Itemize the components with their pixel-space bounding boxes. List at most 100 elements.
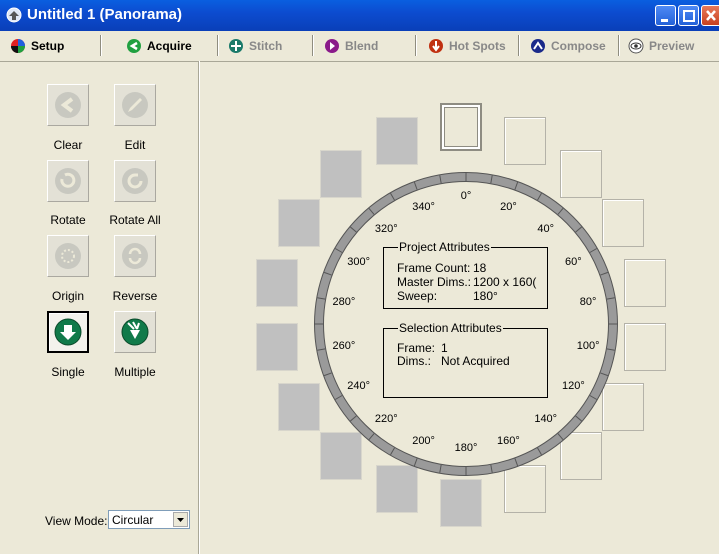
stitch-icon [229,38,243,53]
dial-tick [589,248,598,253]
frame-value: 1 [441,341,448,355]
reverse-button[interactable] [114,235,156,277]
tab-blend[interactable]: Blend [324,31,378,60]
dial-tick [439,175,442,184]
view-mode-select[interactable]: Circular [108,510,190,529]
degree-label: 280° [332,296,356,309]
dial-tick [600,271,609,276]
minimize-icon [661,19,668,22]
single-label: Single [51,365,85,379]
clear-label: Clear [53,138,83,152]
frame-count-value: 18 [473,261,487,275]
dial-tick [413,458,418,467]
tab-hot-spots[interactable]: Hot Spots [428,31,506,60]
dial-tick [600,372,609,377]
frame-label: Frame: [397,341,436,355]
panel-divider [198,61,200,554]
pie-icon [11,38,25,53]
hotspot-icon [429,38,443,53]
maximize-button[interactable] [678,5,699,26]
dial-tick [606,297,615,300]
frame-tile-340[interactable] [376,117,418,165]
frame-tile-280[interactable] [256,259,298,307]
tab-label: Setup [31,38,65,53]
dial-tick [575,226,582,233]
tab-label: Hot Spots [449,38,506,53]
origin-icon [55,243,81,269]
rotate-icon [55,168,81,194]
tab-separator [415,35,417,56]
frame-tile-180[interactable] [440,479,482,527]
degree-label: 320° [374,223,398,235]
rotate-all-button[interactable] [114,160,156,202]
dims-label: Dims.: [397,354,431,368]
selection-attributes-group: Selection Attributes Frame: 1 Dims.: Not… [383,321,548,398]
tab-label: Blend [345,38,379,53]
degree-label: 220° [374,412,398,425]
frame-tile-260[interactable] [256,323,298,371]
frame-tile-100[interactable] [624,323,666,371]
project-attributes-title: Project Attributes [398,240,491,254]
dial-tick [439,464,442,473]
selection-attributes-title: Selection Attributes [398,321,503,335]
rotate-button[interactable] [47,160,89,202]
dial-tick [557,208,564,215]
dial-tick [589,395,598,400]
degree-label: 180° [454,442,478,454]
dims-value: Not Acquired [441,354,510,368]
single-button[interactable] [47,311,89,353]
tab-separator [312,35,314,56]
degree-label: 40° [537,223,555,235]
reverse-icon [122,243,148,269]
tab-bar: Setup Acquire Stitch Blend Hot Spots Com… [0,31,719,62]
chevron-down-icon[interactable] [173,512,188,527]
clear-icon [55,92,81,118]
tab-compose[interactable]: Compose [530,31,606,60]
dial-tick [368,433,375,440]
title-bar: Untitled 1 (Panorama) [0,0,719,31]
degree-label: 140° [534,412,558,425]
dial-tick [323,372,332,377]
frame-tile-0[interactable] [440,103,482,151]
tab-acquire[interactable]: Acquire [126,31,192,60]
dial-tick [317,348,326,351]
degree-label: 240° [347,380,370,392]
download-multiple-icon [121,318,149,346]
edit-label: Edit [124,138,146,152]
degree-label: 200° [412,434,435,447]
edit-button[interactable] [114,84,156,126]
edit-icon [122,92,148,118]
clear-button[interactable] [47,84,89,126]
origin-button[interactable] [47,235,89,277]
view-mode-label: View Mode: [45,514,108,528]
tab-label: Compose [551,38,606,53]
degree-label: 340° [412,201,435,214]
close-icon [706,10,716,21]
degree-label: 80° [579,296,597,309]
tab-setup[interactable]: Setup [10,31,64,60]
dial-tick [606,348,615,351]
maximize-icon [683,10,695,22]
rotate-all-icon [122,168,148,194]
close-button[interactable] [701,5,719,26]
tab-label: Preview [649,38,695,53]
dial-tick [514,181,519,190]
dial-tick [537,447,542,456]
app-icon [6,7,22,23]
degree-label: 260° [332,339,356,352]
frame-count-label: Frame Count: [397,261,471,275]
dial-tick [514,458,519,467]
frame-tile-80[interactable] [624,259,666,307]
blend-icon [325,38,339,53]
tab-preview[interactable]: Preview [628,31,694,60]
dial-tick [317,297,326,300]
eye-icon [628,38,644,53]
minimize-button[interactable] [655,5,676,26]
rotate-label: Rotate [50,213,86,227]
reverse-label: Reverse [112,289,158,303]
tab-stitch[interactable]: Stitch [228,31,282,60]
degree-label: 160° [497,434,520,447]
dial-tick [537,192,542,201]
frame-tile-20[interactable] [504,117,546,165]
multiple-button[interactable] [114,311,156,353]
